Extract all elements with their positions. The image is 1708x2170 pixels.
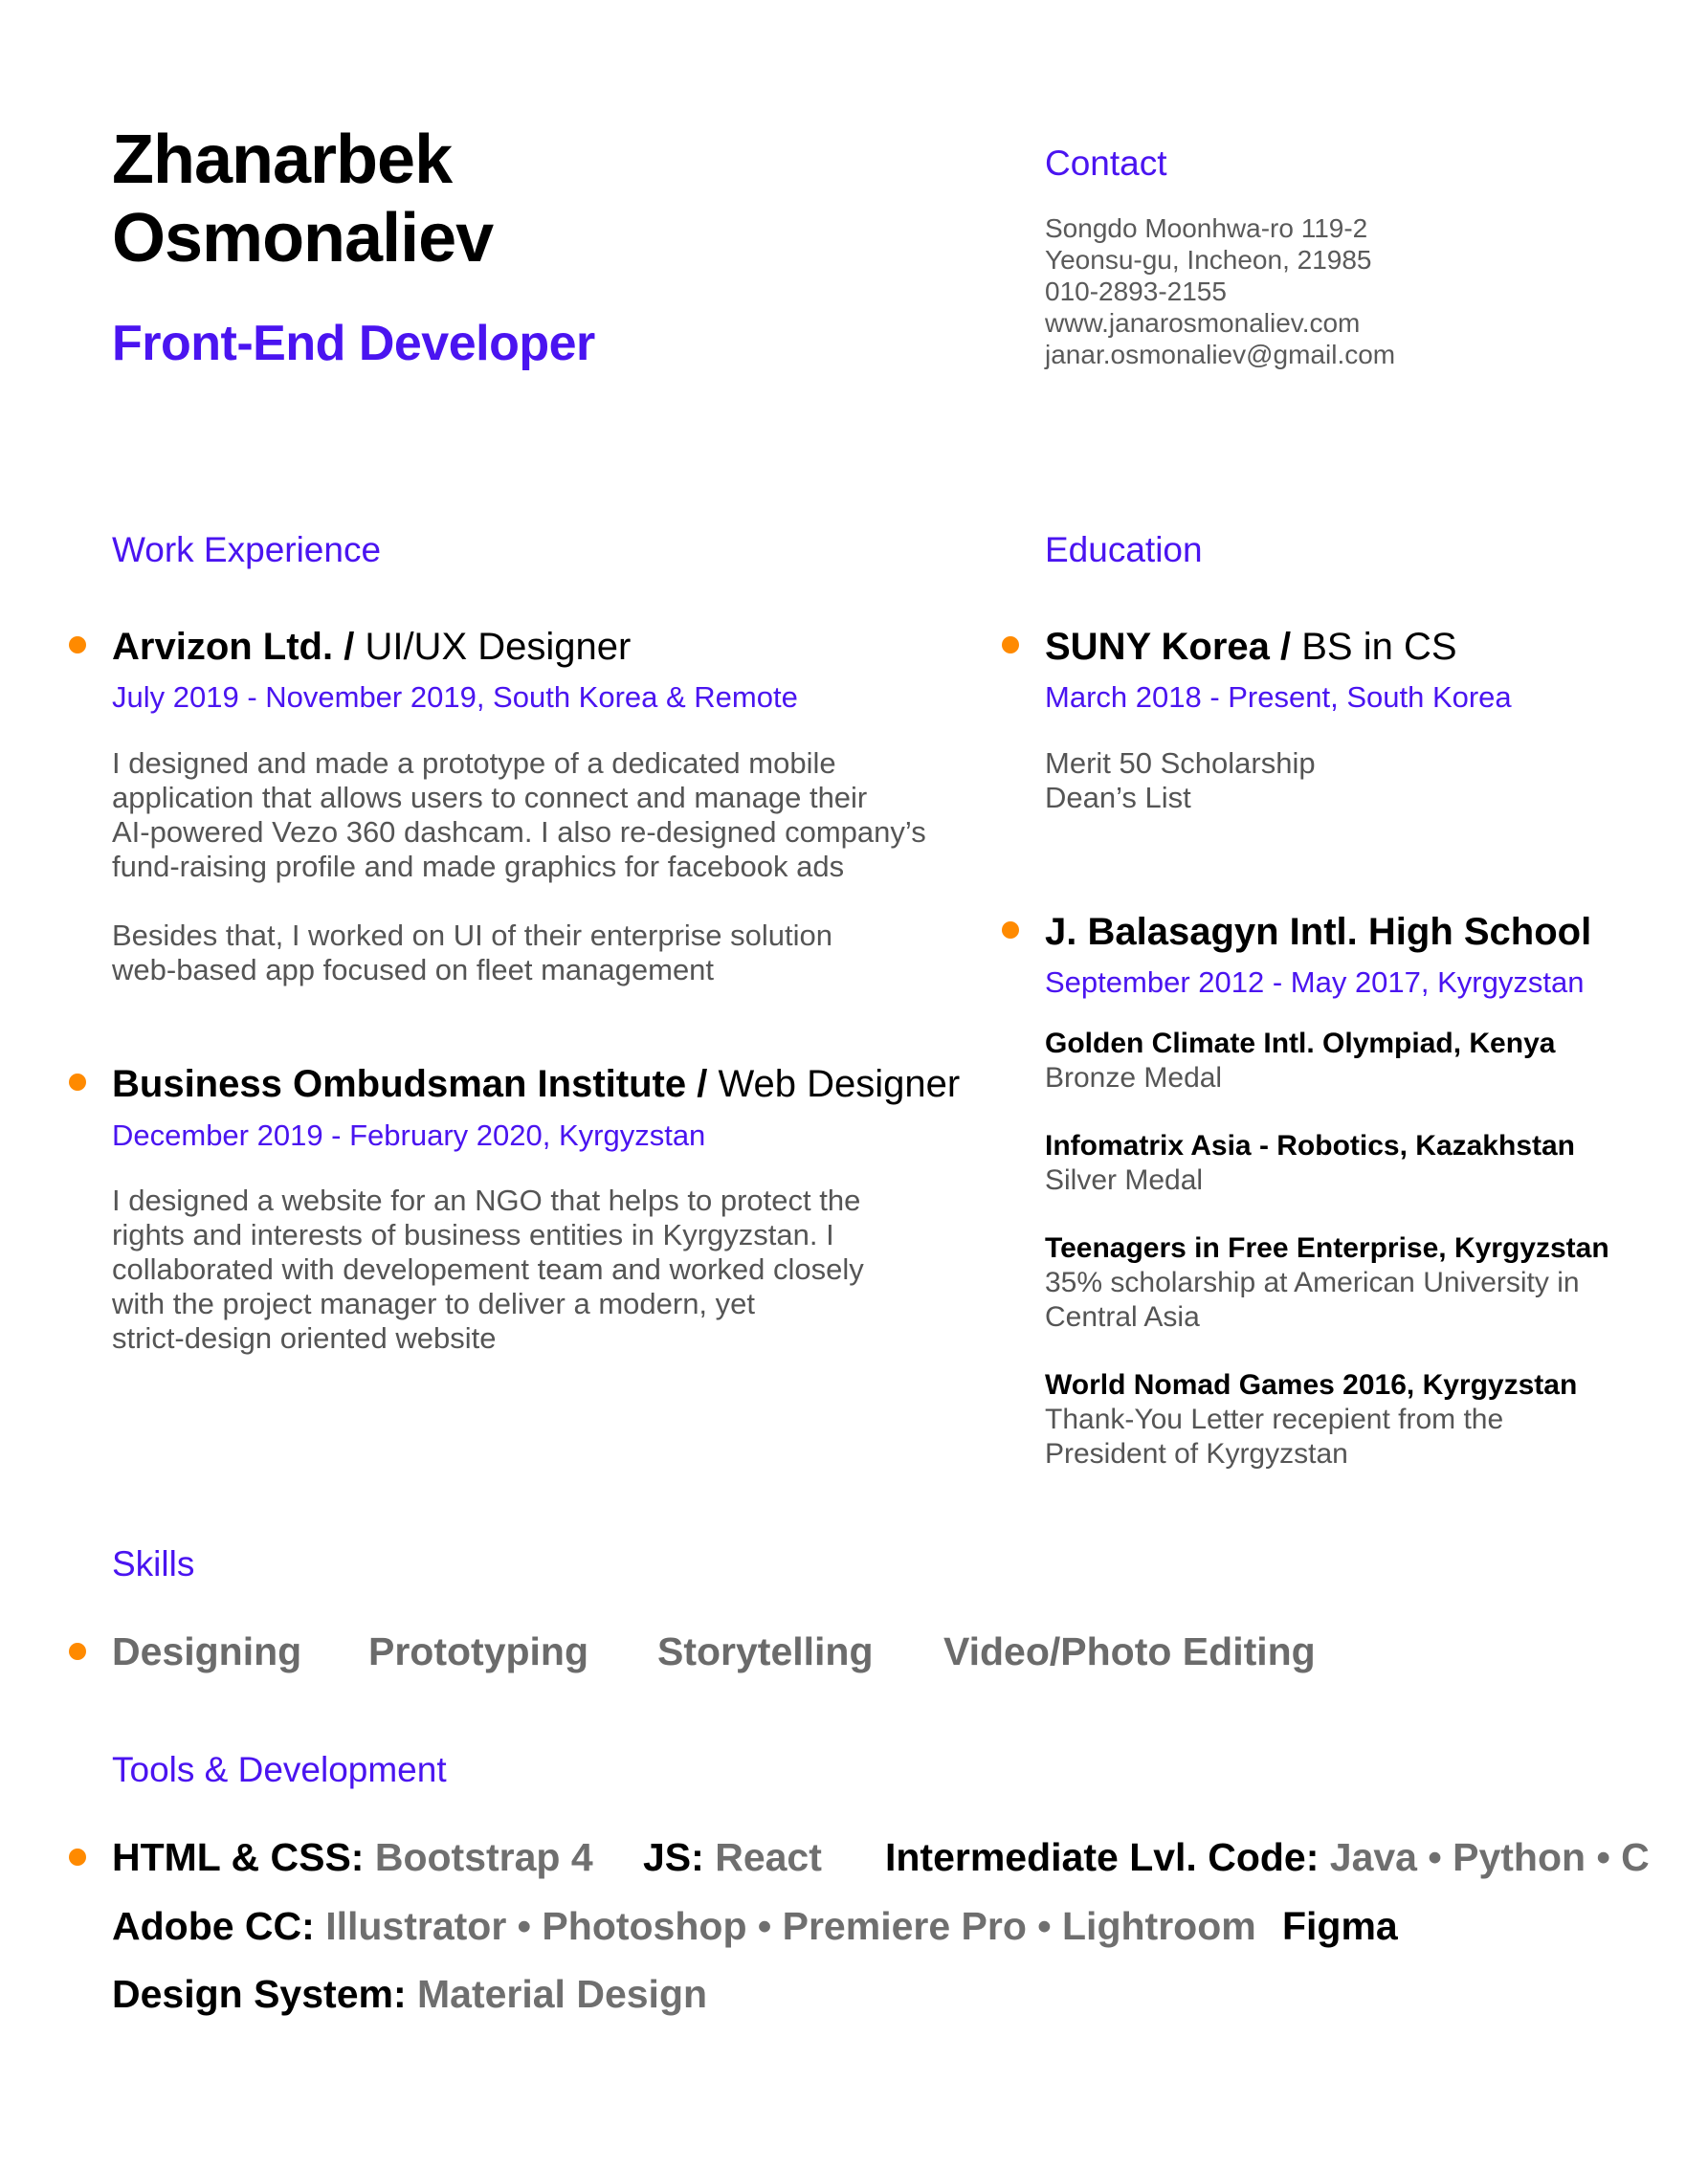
award-item: Teenagers in Free Enterprise, Kyrgyzstan… — [1045, 1231, 1609, 1335]
description-line: AI-powered Vezo 360 dashcam. I also re-d… — [112, 815, 926, 849]
award-detail: Silver Medal — [1045, 1164, 1204, 1196]
tool-js: JS: React — [643, 1833, 822, 1881]
contact-email[interactable]: janar.osmonaliev@gmail.com — [1045, 339, 1395, 370]
job-dates: July 2019 - November 2019, South Korea &… — [112, 680, 798, 714]
description-line: Besides that, I worked on UI of their en… — [112, 919, 833, 952]
company-name: Arvizon Ltd. / — [112, 626, 355, 668]
tool-value: Material Design — [406, 1972, 708, 2016]
school-name: SUNY Korea / — [1045, 626, 1292, 668]
company-name: Business Ombudsman Institute / — [112, 1063, 708, 1105]
bullet-icon — [69, 1849, 86, 1866]
bullet-icon — [69, 1074, 86, 1091]
job-dates: December 2019 - February 2020, Kyrgyzsta… — [112, 1118, 706, 1152]
job-description: I designed a website for an NGO that hel… — [112, 1184, 973, 1356]
school-title-balasagyn: J. Balasagyn Intl. High School — [1045, 909, 1591, 955]
contact-info: Songdo Moonhwa-ro 119-2 Yeonsu-gu, Inche… — [1045, 212, 1395, 370]
award-detail: President of Kyrgyzstan — [1045, 1438, 1348, 1470]
tool-key: Adobe CC: — [112, 1904, 315, 1948]
tool-design-system: Design System: Material Design — [112, 1970, 707, 2018]
school-name: J. Balasagyn Intl. High School — [1045, 911, 1592, 953]
tool-key: HTML & CSS: — [112, 1835, 365, 1879]
degree: BS in CS — [1291, 626, 1457, 668]
contact-address-2: Yeonsu-gu, Incheon, 21985 — [1045, 245, 1372, 275]
award-detail: Central Asia — [1045, 1301, 1200, 1333]
job-role: Front-End Developer — [112, 316, 595, 371]
tool-value: Bootstrap 4 — [364, 1835, 593, 1879]
resume-name: Zhanarbek Osmonaliev — [112, 121, 494, 277]
job-title-arvizon: Arvizon Ltd. / UI/UX Designer — [112, 624, 631, 670]
award-name: Golden Climate Intl. Olympiad, Kenya — [1045, 1028, 1556, 1059]
skill-item: Designing — [112, 1629, 302, 1673]
work-experience-heading: Work Experience — [112, 530, 382, 569]
award-detail: Thank-You Letter recepient from the — [1045, 1404, 1504, 1435]
description-line: web-based app focused on fleet managemen… — [112, 953, 715, 986]
tool-html-css: HTML & CSS: Bootstrap 4 — [112, 1833, 593, 1881]
award-detail: 35% scholarship at American University i… — [1045, 1267, 1580, 1298]
award-name: Infomatrix Asia - Robotics, Kazakhstan — [1045, 1130, 1576, 1162]
job-position: UI/UX Designer — [354, 626, 632, 668]
tools-heading: Tools & Development — [112, 1750, 447, 1789]
contact-phone[interactable]: 010-2893-2155 — [1045, 276, 1395, 307]
bullet-icon — [1002, 636, 1019, 653]
skill-item: Video/Photo Editing — [943, 1629, 1316, 1673]
description-line: with the project manager to deliver a mo… — [112, 1287, 756, 1320]
tool-value: Illustrator • Photoshop • Premiere Pro •… — [314, 1904, 1256, 1948]
school-notes: Merit 50 Scholarship Dean’s List — [1045, 746, 1619, 815]
description-line: rights and interests of business entitie… — [112, 1218, 834, 1251]
school-note: Merit 50 Scholarship — [1045, 746, 1316, 780]
description-line: application that allows users to connect… — [112, 781, 868, 814]
award-name: Teenagers in Free Enterprise, Kyrgyzstan — [1045, 1232, 1609, 1264]
award-detail: Bronze Medal — [1045, 1062, 1223, 1094]
bullet-icon — [69, 636, 86, 653]
tool-key: Design System: — [112, 1972, 407, 2016]
school-title-suny: SUNY Korea / BS in CS — [1045, 624, 1457, 670]
description-line: I designed and made a prototype of a ded… — [112, 746, 836, 780]
job-description-2: Besides that, I worked on UI of their en… — [112, 919, 973, 987]
last-name: Osmonaliev — [112, 200, 494, 277]
school-dates: March 2018 - Present, South Korea — [1045, 680, 1512, 714]
job-title-ombudsman: Business Ombudsman Institute / Web Desig… — [112, 1061, 960, 1107]
award-item: Infomatrix Asia - Robotics, Kazakhstan S… — [1045, 1129, 1575, 1198]
tool-key: JS: — [643, 1835, 704, 1879]
award-item: Golden Climate Intl. Olympiad, Kenya Bro… — [1045, 1027, 1555, 1096]
skill-item: Prototyping — [368, 1629, 589, 1673]
school-dates: September 2012 - May 2017, Kyrgyzstan — [1045, 965, 1585, 999]
job-description: I designed and made a prototype of a ded… — [112, 746, 973, 884]
bullet-icon — [1002, 921, 1019, 939]
contact-heading: Contact — [1045, 144, 1167, 183]
contact-address-1: Songdo Moonhwa-ro 119-2 — [1045, 213, 1368, 243]
description-line: strict-design oriented website — [112, 1321, 497, 1355]
skills-heading: Skills — [112, 1544, 195, 1583]
school-note: Dean’s List — [1045, 781, 1191, 814]
tool-value: Java • Python • C — [1319, 1835, 1650, 1879]
tool-adobe: Adobe CC: Illustrator • Photoshop • Prem… — [112, 1902, 1256, 1950]
skill-item: Storytelling — [657, 1629, 874, 1673]
tool-key: Figma — [1282, 1904, 1398, 1948]
tool-key: Intermediate Lvl. Code: — [885, 1835, 1320, 1879]
tool-figma: Figma — [1282, 1902, 1398, 1950]
first-name: Zhanarbek — [112, 122, 453, 198]
award-item: World Nomad Games 2016, Kyrgyzstan Thank… — [1045, 1368, 1577, 1472]
description-line: I designed a website for an NGO that hel… — [112, 1184, 861, 1217]
tool-code: Intermediate Lvl. Code: Java • Python • … — [885, 1833, 1650, 1881]
award-name: World Nomad Games 2016, Kyrgyzstan — [1045, 1369, 1578, 1401]
contact-website[interactable]: www.janarosmonaliev.com — [1045, 307, 1395, 339]
description-line: collaborated with developement team and … — [112, 1252, 864, 1286]
job-position: Web Designer — [707, 1063, 961, 1105]
description-line: fund-raising profile and made graphics f… — [112, 850, 845, 883]
bullet-icon — [69, 1643, 86, 1660]
education-heading: Education — [1045, 530, 1203, 569]
tool-value: React — [703, 1835, 822, 1879]
